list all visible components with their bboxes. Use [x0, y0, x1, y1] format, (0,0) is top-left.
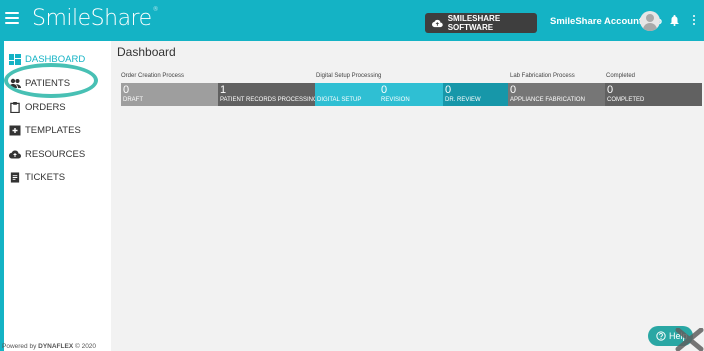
- group-label-completed: Completed: [606, 73, 636, 79]
- close-icon[interactable]: [675, 328, 704, 351]
- tile-dr-review[interactable]: 0 DR. REVIEW: [443, 83, 508, 106]
- sidebar-item-label: ORDERS: [25, 102, 66, 113]
- sidebar-item-patients[interactable]: PATIENTS: [9, 78, 70, 89]
- tile-count: 0: [510, 84, 517, 96]
- cloud-icon: [9, 150, 21, 159]
- tile-count: 1: [220, 84, 227, 96]
- powered-brand: DYNAFLEX: [38, 343, 74, 350]
- page-title: Dashboard: [117, 45, 176, 59]
- tile-digital-setup[interactable]: DIGITAL SETUP: [315, 83, 379, 106]
- sidebar-item-label: DASHBOARD: [25, 54, 86, 65]
- tile-label: DIGITAL SETUP: [317, 97, 362, 103]
- sidebar-item-tickets[interactable]: TICKETS: [9, 172, 65, 183]
- tile-label: DRAFT: [123, 97, 143, 103]
- smileshare-software-button[interactable]: SMILESHARE SOFTWARE: [425, 13, 537, 33]
- avatar[interactable]: [640, 11, 660, 31]
- question-circle-icon: [656, 331, 666, 341]
- tile-revision[interactable]: 0 REVISION: [379, 83, 443, 106]
- sidebar-item-label: TEMPLATES: [25, 125, 81, 136]
- tile-label: PATIENT RECORDS PROCESSING: [220, 97, 318, 103]
- software-button-label: SMILESHARE SOFTWARE: [447, 14, 501, 32]
- sidebar-item-templates[interactable]: TEMPLATES: [9, 125, 81, 136]
- powered-prefix: Powered by: [2, 343, 37, 350]
- tile-label: DR. REVIEW: [445, 97, 481, 103]
- people-icon: [9, 78, 21, 88]
- group-label-lab-fabrication: Lab Fabrication Process: [510, 73, 575, 79]
- kebab-menu-icon[interactable]: [693, 15, 696, 26]
- clipboard-icon: [10, 102, 20, 113]
- ticket-icon: [10, 172, 20, 183]
- powered-suffix: © 2020: [74, 343, 97, 350]
- top-bar: SmileShare® SMILESHARE SOFTWARE SmileSha…: [0, 0, 704, 41]
- logo-mark: ®: [152, 6, 159, 13]
- tile-count: 0: [123, 84, 130, 96]
- dashboard-icon: [9, 54, 21, 65]
- tile-appliance-fabrication[interactable]: 0 APPLIANCE FABRICATION: [508, 83, 605, 106]
- powered-by-footer: Powered by DYNAFLEX © 2020: [2, 343, 96, 350]
- group-label-order-creation: Order Creation Process: [121, 73, 185, 79]
- group-label-digital-setup: Digital Setup Processing: [316, 73, 382, 79]
- tile-count: 0: [381, 84, 388, 96]
- tile-label: REVISION: [381, 97, 410, 103]
- sidebar-item-label: PATIENTS: [25, 78, 71, 89]
- sidebar: DASHBOARD PATIENTS ORDERS TEMPLATES RESO…: [4, 41, 111, 351]
- tile-count: 0: [445, 84, 452, 96]
- sidebar-item-resources[interactable]: RESOURCES: [9, 149, 85, 160]
- logo-text: SmileShare: [32, 6, 152, 31]
- tile-completed[interactable]: 0 COMPLETED: [605, 83, 702, 106]
- sidebar-item-dashboard[interactable]: DASHBOARD: [9, 54, 85, 65]
- sidebar-item-label: TICKETS: [25, 172, 66, 183]
- tile-patient-records-processing[interactable]: 1 PATIENT RECORDS PROCESSING: [218, 83, 318, 106]
- cloud-upload-icon: [432, 19, 443, 27]
- bell-icon[interactable]: [670, 15, 679, 26]
- tile-label: APPLIANCE FABRICATION: [510, 97, 585, 103]
- smileshare-logo[interactable]: SmileShare®: [32, 6, 159, 31]
- template-icon: [9, 125, 21, 136]
- sidebar-item-orders[interactable]: ORDERS: [9, 102, 66, 113]
- sidebar-item-label: RESOURCES: [25, 149, 86, 160]
- hamburger-menu-icon[interactable]: [5, 12, 19, 26]
- tile-draft[interactable]: 0 DRAFT: [121, 83, 218, 106]
- tile-count: 0: [607, 84, 614, 96]
- tile-label: COMPLETED: [607, 97, 645, 103]
